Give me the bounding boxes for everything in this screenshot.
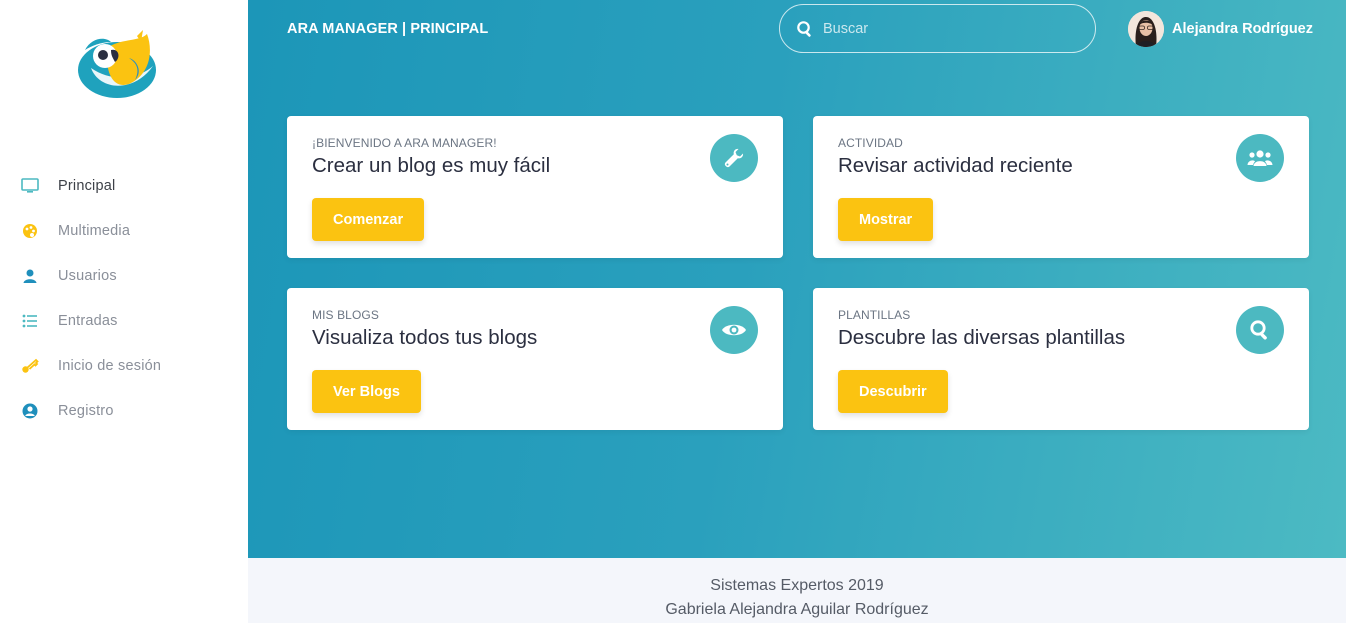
sidebar: Principal Multimedia Usuarios Entradas I… (0, 0, 248, 623)
card-kicker: ¡BIENVENIDO A ARA MANAGER! (312, 136, 497, 150)
card-templates: PLANTILLAS Descubre las diversas plantil… (813, 288, 1309, 430)
card-title: Crear un blog es muy fácil (312, 154, 551, 177)
footer-line-2: Gabriela Alejandra Aguilar Rodríguez (665, 601, 929, 618)
footer: Sistemas Expertos 2019 Gabriela Alejandr… (248, 558, 1346, 623)
card-title: Visualiza todos tus blogs (312, 326, 538, 349)
list-icon (20, 311, 40, 331)
card-title: Descubre las diversas plantillas (838, 326, 1126, 349)
sidebar-item-label: Inicio de sesión (58, 357, 162, 374)
card-title: Revisar actividad reciente (838, 154, 1073, 177)
user-menu[interactable]: Alejandra Rodríguez (1128, 11, 1313, 47)
card-my-blogs: MIS BLOGS Visualiza todos tus blogs Ver … (287, 288, 783, 430)
comenzar-button[interactable]: Comenzar (312, 198, 425, 241)
card-activity: ACTIVIDAD Revisar actividad reciente Mos… (813, 116, 1309, 258)
sidebar-item-usuarios[interactable]: Usuarios (0, 253, 248, 298)
page-title: ARA MANAGER | PRINCIPAL (287, 21, 489, 37)
descubrir-button[interactable]: Descubrir (838, 370, 948, 413)
sidebar-nav: Principal Multimedia Usuarios Entradas I… (0, 163, 248, 433)
sidebar-item-entradas[interactable]: Entradas (0, 298, 248, 343)
ver-blogs-button[interactable]: Ver Blogs (312, 370, 421, 413)
monitor-icon (20, 176, 40, 196)
sidebar-item-label: Principal (58, 177, 116, 194)
parrot-logo[interactable] (77, 28, 159, 100)
card-kicker: ACTIVIDAD (838, 136, 903, 150)
search-input[interactable] (823, 20, 1073, 37)
users-icon (1236, 134, 1284, 182)
user-name[interactable]: Alejandra Rodríguez (1172, 21, 1313, 37)
sidebar-item-principal[interactable]: Principal (0, 163, 248, 208)
key-icon (20, 356, 40, 376)
card-kicker: MIS BLOGS (312, 308, 379, 322)
sidebar-item-label: Registro (58, 402, 114, 419)
card-welcome: ¡BIENVENIDO A ARA MANAGER! Crear un blog… (287, 116, 783, 258)
search-icon (796, 20, 814, 38)
search-box[interactable] (779, 4, 1096, 53)
avatar[interactable] (1128, 11, 1164, 47)
sidebar-item-label: Multimedia (58, 222, 131, 239)
card-kicker: PLANTILLAS (838, 308, 911, 322)
user-icon (20, 266, 40, 286)
footer-line-1: Sistemas Expertos 2019 (710, 577, 884, 594)
sidebar-item-registro[interactable]: Registro (0, 388, 248, 433)
sidebar-item-inicio-de-sesion[interactable]: Inicio de sesión (0, 343, 248, 388)
main-content: ARA MANAGER | PRINCIPAL Alejandra Rodríg… (248, 0, 1346, 558)
eye-icon (710, 306, 758, 354)
sidebar-item-label: Entradas (58, 312, 118, 329)
user-circle-icon (20, 401, 40, 421)
mostrar-button[interactable]: Mostrar (838, 198, 934, 241)
wrench-icon (710, 134, 758, 182)
sidebar-item-label: Usuarios (58, 267, 117, 284)
palette-icon (20, 221, 40, 241)
sidebar-item-multimedia[interactable]: Multimedia (0, 208, 248, 253)
search-icon (1236, 306, 1284, 354)
